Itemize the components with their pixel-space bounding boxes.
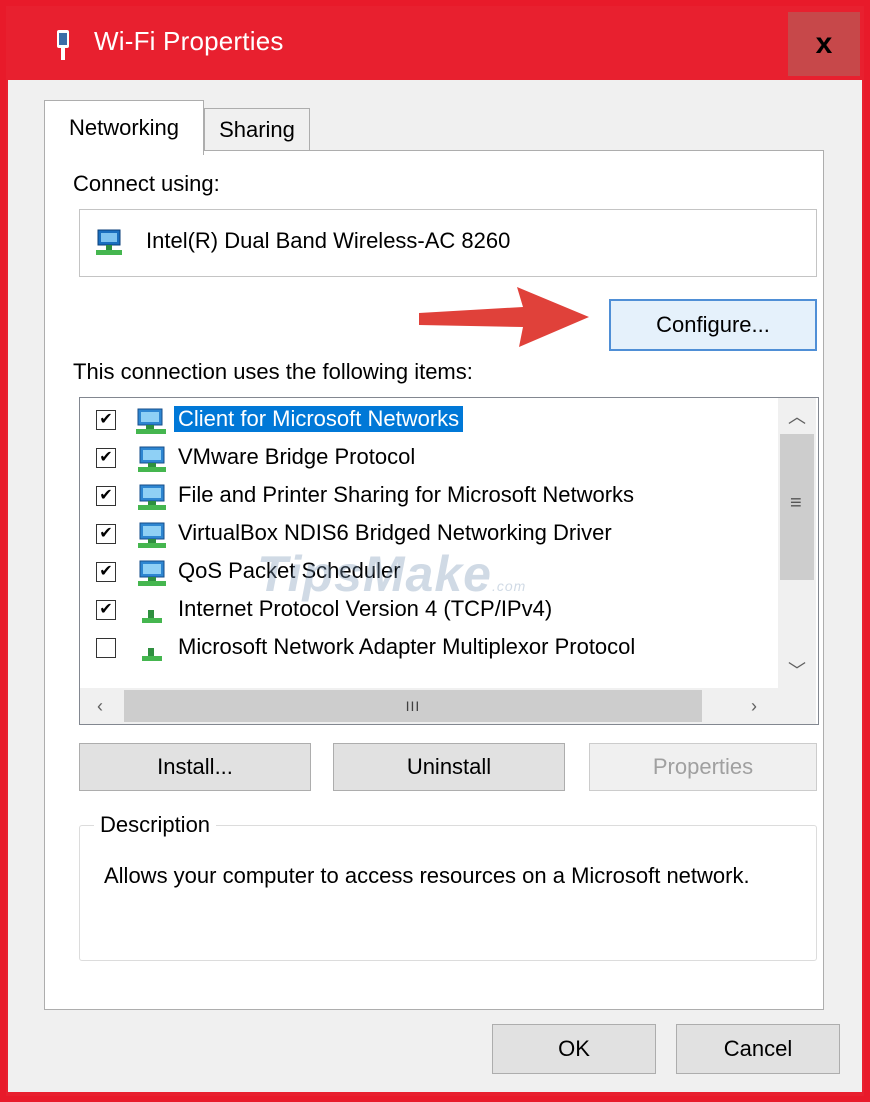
network-protocol-icon (142, 610, 162, 623)
item-checkbox[interactable]: ✔ (96, 524, 116, 544)
connect-using-label: Connect using: (73, 171, 220, 196)
watermark: TipsMake.com (257, 545, 526, 603)
network-adapter-icon (96, 229, 122, 255)
cancel-button-label: Cancel (723, 1036, 793, 1061)
item-checkbox[interactable]: ✔ (96, 562, 116, 582)
tab-sharing-label: Sharing (219, 117, 295, 142)
install-button[interactable]: Install... (79, 743, 311, 791)
grip-icon: III (405, 698, 421, 714)
cancel-button[interactable]: Cancel (676, 1024, 840, 1074)
scroll-left-button[interactable]: ‹ (82, 688, 118, 724)
item-checkbox[interactable]: ✔ (96, 448, 116, 468)
configure-button[interactable]: Configure... (609, 299, 817, 351)
uninstall-button[interactable]: Uninstall (333, 743, 565, 791)
scroll-up-button[interactable]: ︿ (779, 398, 815, 434)
close-icon: x (815, 27, 833, 60)
network-protocol-icon (142, 648, 162, 661)
scroll-down-button[interactable]: ﹀ (779, 652, 815, 688)
item-checkbox[interactable] (96, 638, 116, 658)
chevron-right-icon: › (751, 695, 757, 716)
red-arrow-annotation (419, 287, 589, 347)
chevron-up-icon: ︿ (788, 407, 806, 427)
list-item[interactable]: ✔ Client for Microsoft Networks (80, 402, 770, 440)
watermark-text: TipsMake (257, 546, 492, 602)
description-group: Description Allows your computer to acce… (79, 812, 817, 961)
properties-button-label: Properties (652, 754, 754, 779)
chevron-down-icon: ﹀ (788, 661, 806, 681)
network-service-icon (138, 484, 166, 510)
ok-button-label: OK (558, 1036, 590, 1061)
network-service-icon (138, 522, 166, 548)
item-label: File and Printer Sharing for Microsoft N… (178, 482, 635, 507)
properties-button[interactable]: Properties (589, 743, 817, 791)
item-label: Microsoft Network Adapter Multiplexor Pr… (178, 634, 636, 659)
horizontal-scrollbar[interactable]: ‹ III › (80, 688, 778, 724)
vertical-scroll-thumb[interactable]: ≡ (780, 434, 814, 580)
vertical-scrollbar[interactable]: ︿ ≡ ﹀ (778, 398, 816, 688)
title-bar[interactable]: Wi-Fi Properties x (6, 6, 864, 80)
install-button-label: Install... (157, 754, 233, 779)
configure-button-label: Configure... (656, 312, 770, 337)
item-label: Client for Microsoft Networks (174, 406, 464, 432)
watermark-suffix: .com (491, 578, 527, 594)
item-checkbox[interactable]: ✔ (96, 410, 116, 430)
list-item[interactable]: ✔ VMware Bridge Protocol (80, 440, 770, 478)
tab-sharing[interactable]: Sharing (204, 108, 310, 151)
network-client-icon (136, 408, 166, 434)
items-section-label: This connection uses the following items… (73, 359, 473, 384)
ok-button[interactable]: OK (492, 1024, 656, 1074)
scrollbar-corner (778, 688, 816, 724)
tab-networking[interactable]: Networking (44, 100, 204, 155)
item-label: VMware Bridge Protocol (178, 444, 416, 469)
wifi-properties-window: Wi-Fi Properties x Networking Sharing Co… (6, 6, 864, 1096)
tab-networking-label: Networking (68, 115, 180, 140)
dialog-client-area: Networking Sharing Connect using: Intel(… (8, 80, 862, 1092)
grip-icon: ≡ (790, 492, 802, 514)
horizontal-scroll-thumb[interactable]: III (124, 690, 702, 722)
window-title: Wi-Fi Properties (94, 26, 284, 56)
uninstall-button-label: Uninstall (406, 754, 492, 779)
description-text: Allows your computer to access resources… (104, 863, 750, 888)
list-item[interactable]: Microsoft Network Adapter Multiplexor Pr… (80, 630, 770, 668)
description-title: Description (94, 812, 217, 838)
adapter-name: Intel(R) Dual Band Wireless-AC 8260 (146, 228, 511, 253)
network-service-icon (138, 446, 166, 472)
item-checkbox[interactable]: ✔ (96, 486, 116, 506)
item-checkbox[interactable]: ✔ (96, 600, 116, 620)
list-item[interactable]: ✔ File and Printer Sharing for Microsoft… (80, 478, 770, 516)
item-label: VirtualBox NDIS6 Bridged Networking Driv… (178, 520, 612, 545)
networking-tab-panel: Connect using: Intel(R) Dual Band Wirele… (44, 150, 824, 1010)
chevron-left-icon: ‹ (97, 695, 103, 716)
adapter-field: Intel(R) Dual Band Wireless-AC 8260 (79, 209, 817, 277)
network-service-icon (138, 560, 166, 586)
wifi-adapter-icon (57, 30, 69, 60)
close-button[interactable]: x (788, 12, 860, 76)
scroll-right-button[interactable]: › (736, 688, 772, 724)
